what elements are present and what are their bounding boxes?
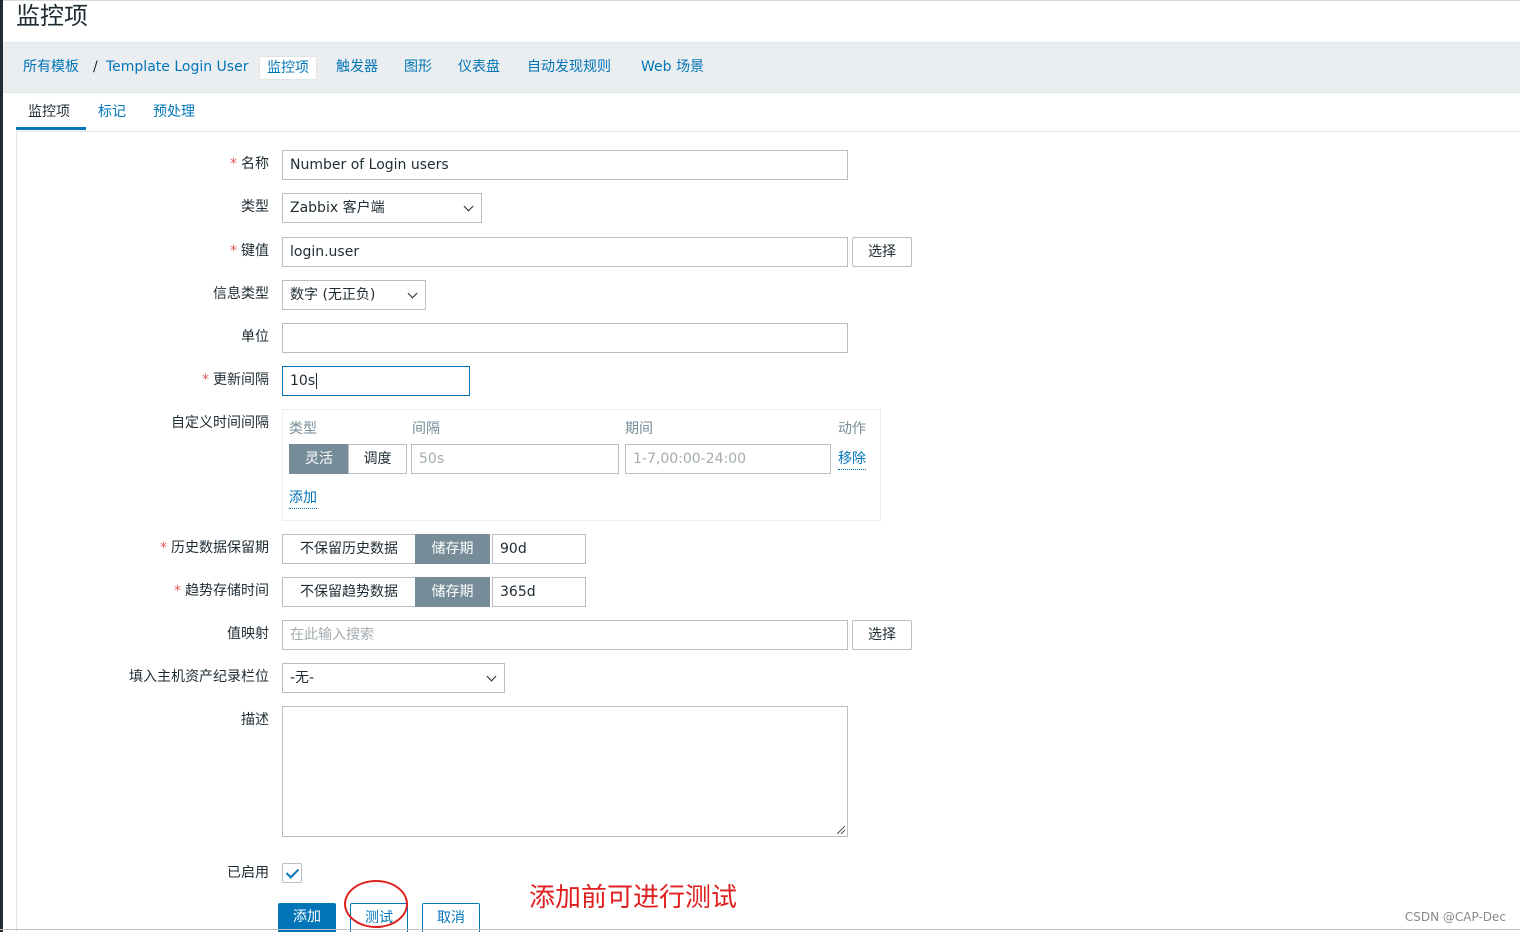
annotation-circle [344, 880, 408, 928]
trends-no-keep-toggle[interactable]: 不保留趋势数据 [282, 577, 416, 607]
text-caret [316, 373, 318, 389]
update-interval-label: * 更新间隔 [202, 372, 269, 388]
type-select[interactable]: Zabbix 客户端 [282, 193, 482, 223]
unit-label: 单位 [241, 329, 269, 345]
subtab-preprocessing[interactable]: 预处理 [153, 102, 195, 122]
col-type-header: 类型 [289, 421, 317, 437]
key-select-button[interactable]: 选择 [852, 237, 912, 267]
valuemap-select-button[interactable]: 选择 [852, 620, 912, 650]
breadcrumb-template-name[interactable]: Template Login User [106, 57, 248, 77]
key-label: * 键值 [230, 243, 269, 259]
history-label: * 历史数据保留期 [160, 540, 269, 556]
name-input[interactable]: Number of Login users [282, 150, 848, 180]
inventory-label: 填入主机资产纪录栏位 [129, 669, 269, 685]
form-subtabs: 监控项 标记 预处理 [16, 94, 1520, 132]
breadcrumb-all-templates[interactable]: 所有模板 [23, 57, 79, 77]
description-textarea[interactable] [282, 706, 848, 837]
cancel-button[interactable]: 取消 [422, 903, 480, 932]
remove-interval-link[interactable]: 移除 [838, 449, 866, 470]
valuemap-label: 值映射 [227, 626, 269, 642]
trends-storage-toggle[interactable]: 储存期 [415, 577, 490, 607]
annotation-text: 添加前可进行测试 [529, 883, 738, 913]
page-title: 监控项 [16, 2, 88, 30]
inventory-select[interactable]: -无- [282, 663, 505, 693]
enabled-checkbox[interactable] [282, 863, 302, 883]
breadcrumb-separator: / [93, 59, 98, 75]
enabled-label: 已启用 [227, 865, 269, 881]
unit-input[interactable] [282, 323, 848, 353]
add-button[interactable]: 添加 [278, 903, 336, 932]
valuemap-search-input[interactable]: 在此输入搜索 [282, 620, 848, 650]
add-interval-link[interactable]: 添加 [289, 488, 317, 509]
custom-intervals-table: 类型 间隔 期间 动作 灵活 调度 50s 1-7,00:00-24:00 移除… [282, 409, 881, 521]
resize-grip-icon[interactable] [837, 826, 845, 834]
history-period-input[interactable]: 90d [492, 534, 586, 564]
col-interval-header: 间隔 [412, 421, 440, 437]
history-storage-toggle[interactable]: 储存期 [415, 534, 490, 564]
history-no-keep-toggle[interactable]: 不保留历史数据 [282, 534, 416, 564]
type-label: 类型 [241, 199, 269, 215]
update-interval-input[interactable]: 10s [282, 366, 470, 396]
nav-tab-discovery-rules[interactable]: 自动发现规则 [527, 57, 611, 77]
active-subtab-indicator [16, 127, 86, 130]
subtab-tags[interactable]: 标记 [98, 102, 126, 122]
description-label: 描述 [241, 712, 269, 728]
col-period-header: 期间 [625, 421, 653, 437]
trends-label: * 趋势存储时间 [174, 583, 269, 599]
nav-tab-items[interactable]: 监控项 [259, 56, 317, 80]
custom-period-input[interactable]: 1-7,00:00-24:00 [625, 444, 831, 474]
scheduling-toggle[interactable]: 调度 [348, 444, 407, 474]
item-form: * 名称 Number of Login users 类型 Zabbix 客户端 … [16, 132, 1520, 932]
watermark: CSDN @CAP-Dec [1404, 910, 1506, 924]
nav-tab-triggers[interactable]: 触发器 [336, 57, 378, 77]
info-type-label: 信息类型 [213, 286, 269, 302]
nav-tab-dashboards[interactable]: 仪表盘 [458, 57, 500, 77]
flexible-toggle[interactable]: 灵活 [289, 444, 349, 474]
nav-tab-graphs[interactable]: 图形 [404, 57, 432, 77]
trends-period-input[interactable]: 365d [492, 577, 586, 607]
top-divider [0, 0, 1520, 1]
key-input[interactable]: login.user [282, 237, 848, 267]
subtab-item[interactable]: 监控项 [28, 102, 70, 122]
name-label: * 名称 [230, 156, 269, 172]
info-type-select[interactable]: 数字 (无正负) [282, 280, 426, 310]
col-action-header: 动作 [838, 421, 866, 437]
custom-interval-input[interactable]: 50s [411, 444, 619, 474]
template-nav-bar: 所有模板 / Template Login User 监控项 触发器 图形 仪表… [3, 42, 1520, 93]
left-edge-bar [0, 0, 3, 932]
bottom-divider [0, 929, 1520, 930]
custom-intervals-label: 自定义时间间隔 [171, 415, 269, 431]
nav-tab-web-scenarios[interactable]: Web 场景 [641, 57, 704, 77]
